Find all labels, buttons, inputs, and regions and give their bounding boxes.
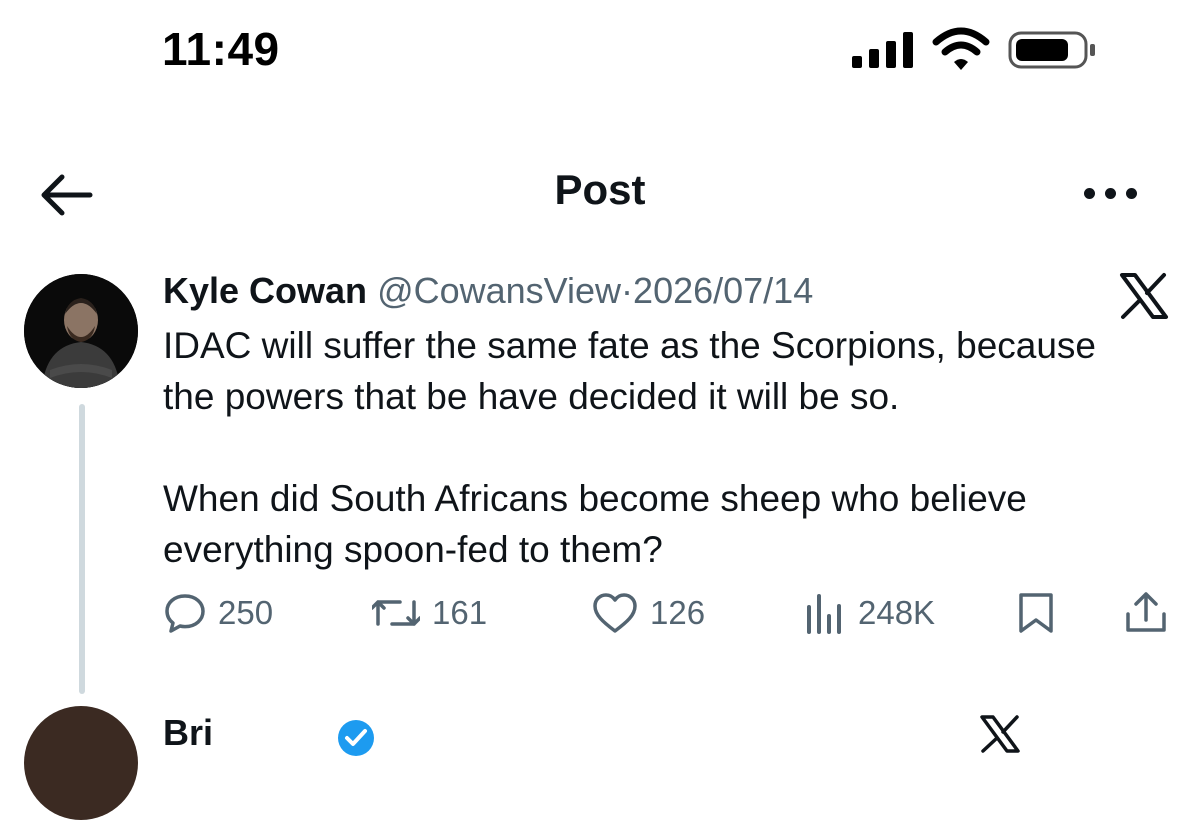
views-count: 248K [858, 594, 936, 631]
like-count: 126 [650, 594, 706, 631]
share-button[interactable] [1124, 588, 1168, 638]
cellular-signal-icon [852, 32, 914, 68]
post-text-line: IDAC will suffer the same fate as the Sc… [163, 325, 1097, 366]
author-name[interactable]: Kyle Cowan [163, 270, 367, 311]
avatar-photo-icon [24, 274, 138, 388]
repost-count: 161 [432, 594, 488, 631]
page-title: Post [554, 166, 646, 213]
x-logo-icon [980, 715, 1020, 753]
next-post-author-name[interactable]: Bri [163, 712, 213, 754]
like-button[interactable]: 126 [592, 588, 705, 638]
reply-button[interactable]: 250 [164, 588, 273, 638]
more-options-icon[interactable] [1084, 180, 1140, 206]
battery-icon [1008, 31, 1095, 69]
views-button[interactable]: 248K [804, 588, 935, 638]
arrow-left-icon[interactable] [36, 170, 94, 220]
post-text-line: the powers that be have decided it will … [163, 376, 900, 417]
bookmark-button[interactable] [1016, 588, 1056, 638]
heart-icon [593, 593, 637, 633]
avatar[interactable] [24, 274, 138, 388]
next-post-avatar[interactable] [24, 706, 138, 820]
x-logo-icon [1120, 273, 1168, 319]
post-text: IDAC will suffer the same fate as the Sc… [163, 320, 1193, 575]
wifi-icon [932, 27, 990, 70]
bookmark-icon [1019, 593, 1053, 633]
post-date: 2026/07/14 [633, 270, 814, 311]
verified-badge-icon [338, 720, 374, 756]
share-upload-icon [1126, 592, 1166, 632]
post-text-line: When did South Africans become sheep who… [163, 478, 1027, 519]
bar-chart-icon [807, 594, 841, 634]
meta-separator: · [621, 270, 634, 311]
post-text-line: everything spoon-fed to them? [163, 529, 663, 570]
thread-connector-line [79, 404, 85, 694]
status-time: 11:49 [162, 23, 280, 75]
reply-count: 250 [218, 594, 274, 631]
repost-arrows-icon [372, 600, 420, 626]
repost-button[interactable]: 161 [372, 588, 487, 638]
speech-bubble-icon [165, 594, 205, 633]
author-handle[interactable]: @CowansView [377, 270, 621, 311]
post-header: Kyle Cowan @CowansView·2026/07/14 [163, 270, 813, 312]
